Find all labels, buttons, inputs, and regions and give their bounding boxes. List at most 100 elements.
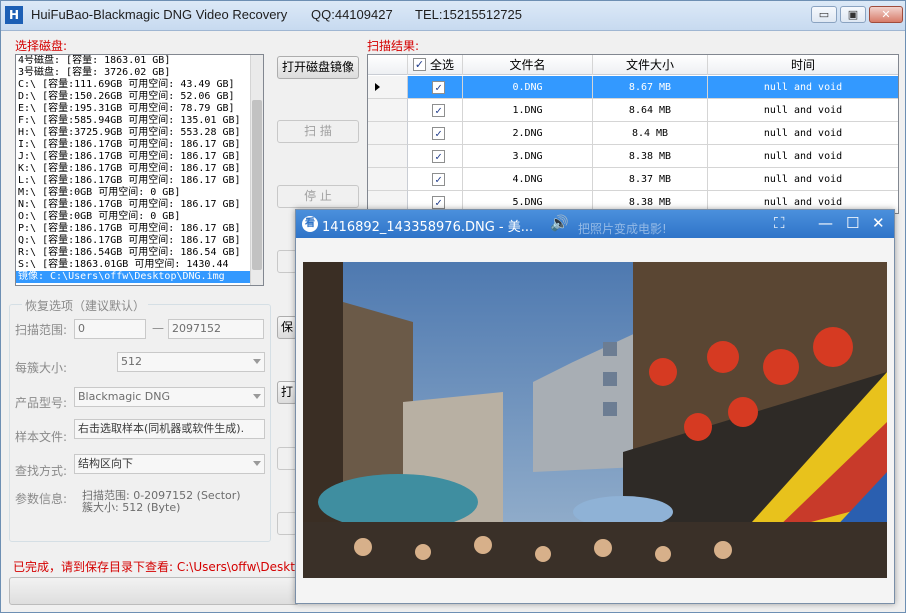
save-button[interactable]: 保 [277,316,297,339]
table-row[interactable]: ✓ 3.DNG 8.38 MB null and void [408,145,898,168]
row-checkbox[interactable]: ✓ [432,150,445,163]
search-mode-label: 查找方式: [15,464,68,478]
chevron-down-icon [253,461,261,466]
select-all-checkbox[interactable]: ✓ [413,58,426,71]
product-model-value: Blackmagic DNG [78,390,171,403]
chevron-down-icon [253,359,261,364]
close-button[interactable]: ✕ [869,6,903,23]
title-bar: H HuiFuBao-Blackmagic DNG Video Recovery… [1,1,905,31]
viewer-ad-text: 把照片变成电影! [578,222,667,236]
viewer-app-icon: 看 [302,216,318,232]
table-row[interactable]: ✓ 2.DNG 8.4 MB null and void [408,122,898,145]
disk-list-item[interactable]: D:\ [容量:150.26GB 可用空间: 52.06 GB] [16,91,263,103]
scan-range-end-input[interactable]: 2097152 [168,319,264,339]
recovery-options-title: 恢复选项（建议默认） [22,297,149,314]
disk-list-item[interactable]: I:\ [容量:186.17GB 可用空间: 186.17 GB] [16,139,263,151]
disk-list-item[interactable]: E:\ [容量:195.31GB 可用空间: 78.79 GB] [16,103,263,115]
table-row[interactable]: ✓ 4.DNG 8.37 MB null and void [408,168,898,191]
row-checkbox-cell: ✓ [408,76,463,99]
row-checkbox[interactable]: ✓ [432,173,445,186]
disk-list-scrollbar[interactable] [250,55,263,285]
disk-list-item[interactable]: Q:\ [容量:186.17GB 可用空间: 186.17 GB] [16,235,263,247]
disk-list-item[interactable]: P:\ [容量:186.17GB 可用空间: 186.17 GB] [16,223,263,235]
row-header[interactable] [368,145,408,168]
row-checkbox[interactable]: ✓ [432,127,445,140]
disk-list-item[interactable]: C:\ [容量:111.69GB 可用空间: 43.49 GB] [16,79,263,91]
disk-list-items: 4号磁盘: [容量: 1863.01 GB] 3号磁盘: [容量: 3726.02… [16,55,263,283]
scan-button[interactable]: 扫 描 [277,120,359,143]
fit-screen-icon[interactable]: ⛶ [774,214,785,232]
hidden-button-3[interactable] [277,512,297,535]
time-cell: null and void [763,128,843,139]
scan-range-start-input[interactable]: 0 [74,319,146,339]
disk-list-item[interactable]: N:\ [容量:186.17GB 可用空间: 186.17 GB] [16,199,263,211]
sample-file-label: 样本文件: [15,430,68,444]
row-checkbox-cell: ✓ [408,145,463,168]
scan-range-label: 扫描范围: [15,323,68,337]
viewer-minimize-button[interactable]: — [818,214,833,232]
viewer-close-button[interactable]: ✕ [872,214,885,232]
disk-list-item[interactable]: 4号磁盘: [容量: 1863.01 GB] [16,55,263,67]
cluster-size-select[interactable]: 512 [117,352,265,372]
time-cell: null and void [763,105,843,116]
row-checkbox[interactable]: ✓ [432,104,445,117]
table-row[interactable]: ✓ 0.DNG 8.67 MB null and void [408,76,898,99]
row-checkbox-cell: ✓ [408,122,463,145]
window-title-tel: TEL:15215512725 [415,7,522,22]
minimize-button[interactable]: ▭ [811,6,837,23]
row-checkbox[interactable]: ✓ [432,81,445,94]
scrollbar-thumb[interactable] [252,100,262,270]
row-checkbox[interactable]: ✓ [432,196,445,209]
viewer-maximize-button[interactable]: ☐ [846,214,859,232]
open-folder-button[interactable]: 打 [277,381,297,404]
row-header[interactable] [368,122,408,145]
product-model-label: 产品型号: [15,396,68,410]
hidden-button-2[interactable] [277,447,297,470]
column-header-filesize[interactable]: 文件大小 [593,55,708,75]
disk-list-item[interactable]: 镜像: C:\Users\offw\Desktop\DNG.img [16,271,263,283]
disk-list-item[interactable]: O:\ [容量:0GB 可用空间: 0 GB] [16,211,263,223]
results-grid[interactable]: ✓ 全选 文件名 文件大小 时间 ✓ 0.DNG 8.67 MB null and v… [367,54,899,214]
filename-cell: 1.DNG [463,99,593,122]
column-header-filename[interactable]: 文件名 [463,55,593,75]
filename-cell: 4.DNG [463,168,593,191]
disk-list-item[interactable]: 3号磁盘: [容量: 3726.02 GB] [16,67,263,79]
column-header-time[interactable]: 时间 [708,55,898,75]
search-mode-select[interactable]: 结构区向下 [74,454,265,474]
hidden-button-1[interactable] [277,250,297,273]
street-scene-image [303,262,887,578]
completion-status: 已完成，请到保存目录下查看: C:\Users\offw\Deskt [13,560,295,574]
param-info-label: 参数信息: [15,492,68,506]
progress-bar [9,577,299,605]
chevron-down-icon [253,394,261,399]
open-disk-image-button[interactable]: 打开磁盘镜像 [277,56,359,79]
row-header[interactable] [368,99,408,122]
viewer-title: 1416892_143358976.DNG - 美... [322,220,534,235]
product-model-select[interactable]: Blackmagic DNG [74,387,265,407]
filesize-cell: 8.37 MB [593,168,708,191]
disk-list[interactable]: 4号磁盘: [容量: 1863.01 GB] 3号磁盘: [容量: 3726.02… [15,54,264,286]
filename-cell: 2.DNG [463,122,593,145]
disk-list-item[interactable]: S:\ [容量:1863.01GB 可用空间: 1430.44 [16,259,263,271]
dng-photo-preview [303,262,887,578]
sample-file-input[interactable]: 右击选取样本(同机器或软件生成). [74,419,265,439]
stop-button[interactable]: 停 止 [277,185,359,208]
volume-icon[interactable]: 🔊 [550,214,569,232]
restore-button[interactable]: ▣ [840,6,866,23]
disk-list-item[interactable]: F:\ [容量:585.94GB 可用空间: 135.01 GB] [16,115,263,127]
filename-cell: 3.DNG [463,145,593,168]
select-all-header[interactable]: ✓ 全选 [408,55,463,75]
disk-list-item[interactable]: M:\ [容量:0GB 可用空间: 0 GB] [16,187,263,199]
disk-list-item[interactable]: R:\ [容量:186.54GB 可用空间: 186.54 GB] [16,247,263,259]
row-checkbox-cell: ✓ [408,168,463,191]
disk-list-item[interactable]: L:\ [容量:186.17GB 可用空间: 186.17 GB] [16,175,263,187]
disk-list-item[interactable]: K:\ [容量:186.17GB 可用空间: 186.17 GB] [16,163,263,175]
table-row[interactable]: ✓ 1.DNG 8.64 MB null and void [408,99,898,122]
row-header[interactable] [368,76,408,99]
param-info-cluster: 簇大小: 512 (Byte) [82,501,181,514]
search-mode-value: 结构区向下 [78,457,133,470]
results-grid-header: ✓ 全选 文件名 文件大小 时间 [368,55,898,75]
disk-list-item[interactable]: J:\ [容量:186.17GB 可用空间: 186.17 GB] [16,151,263,163]
disk-list-item[interactable]: H:\ [容量:3725.9GB 可用空间: 553.28 GB] [16,127,263,139]
row-header[interactable] [368,168,408,191]
